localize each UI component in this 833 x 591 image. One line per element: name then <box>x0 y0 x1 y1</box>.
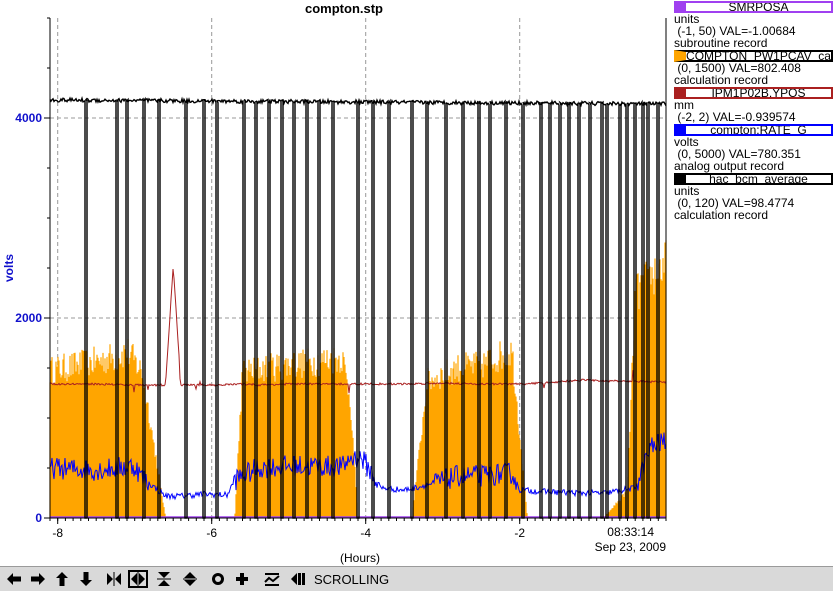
x-tick-label: -4 <box>360 526 371 540</box>
toolbar: SCROLLING <box>0 566 833 591</box>
legend-entry-hac-bcm[interactable]: hac_bcm_average units (0, 120) VAL=98.47… <box>674 173 833 221</box>
legend-series-name: SMRPOSA <box>728 1 789 13</box>
y-tick-label: 0 <box>35 511 42 525</box>
time-mode-icon[interactable] <box>262 570 282 588</box>
auto-scale-icon[interactable] <box>208 570 228 588</box>
y-tick-label: 2000 <box>15 311 42 325</box>
legend-val: VAL=-0.939574 <box>712 110 796 124</box>
end-date-label: Sep 23, 2009 <box>595 540 667 554</box>
x-tick-label: -2 <box>514 526 525 540</box>
back-arrow-icon[interactable] <box>288 570 308 588</box>
x-axis-label: (Hours) <box>340 551 380 565</box>
zoom-out-vertical-icon[interactable] <box>180 570 200 588</box>
legend: SMRPOSA units (-1, 50) VAL=-1.00684 subr… <box>674 0 833 221</box>
legend-series-name: hac_bcm_average <box>709 173 808 185</box>
legend-entry-compton-pw1pcav[interactable]: COMPTON_PW1PCAV_ca (0, 1500) VAL=802.408… <box>674 50 833 86</box>
legend-range: (-2, 2) <box>677 110 710 124</box>
arrow-left-icon[interactable] <box>4 570 24 588</box>
status-label: SCROLLING <box>314 572 390 587</box>
y-tick-label: 4000 <box>15 111 42 125</box>
legend-record: calculation record <box>674 208 769 222</box>
end-time-label: 08:33:14 <box>607 525 654 539</box>
legend-record: calculation record <box>674 73 769 87</box>
chart-title: compton.stp <box>305 1 383 16</box>
x-tick-label: -6 <box>206 526 217 540</box>
zoom-out-horizontal-icon[interactable] <box>128 570 148 588</box>
legend-series-name: IPM1P02B.YPOS <box>711 87 806 99</box>
add-plus-icon[interactable] <box>232 570 252 588</box>
zoom-in-vertical-icon[interactable] <box>154 570 174 588</box>
legend-record: subroutine record <box>674 36 768 50</box>
arrow-up-icon[interactable] <box>52 570 72 588</box>
y-axis-label: volts <box>2 254 16 282</box>
arrow-down-icon[interactable] <box>76 570 96 588</box>
legend-range-val: (-2, 2) VAL=-0.939574 <box>674 111 833 123</box>
legend-entry-rate-g[interactable]: compton:RATE_G volts (0, 5000) VAL=780.3… <box>674 124 833 172</box>
zoom-in-horizontal-icon[interactable] <box>104 570 124 588</box>
legend-entry-ipm1p02b[interactable]: IPM1P02B.YPOS mm (-2, 2) VAL=-0.939574 <box>674 87 833 123</box>
legend-series-name: compton:RATE_G <box>710 124 807 136</box>
arrow-right-icon[interactable] <box>28 570 48 588</box>
legend-record: analog output record <box>674 159 785 173</box>
legend-entry-smrposa[interactable]: SMRPOSA units (-1, 50) VAL=-1.00684 subr… <box>674 1 833 49</box>
x-tick-label: -8 <box>52 526 63 540</box>
legend-swatch-ipm1p02b: IPM1P02B.YPOS <box>674 87 833 99</box>
